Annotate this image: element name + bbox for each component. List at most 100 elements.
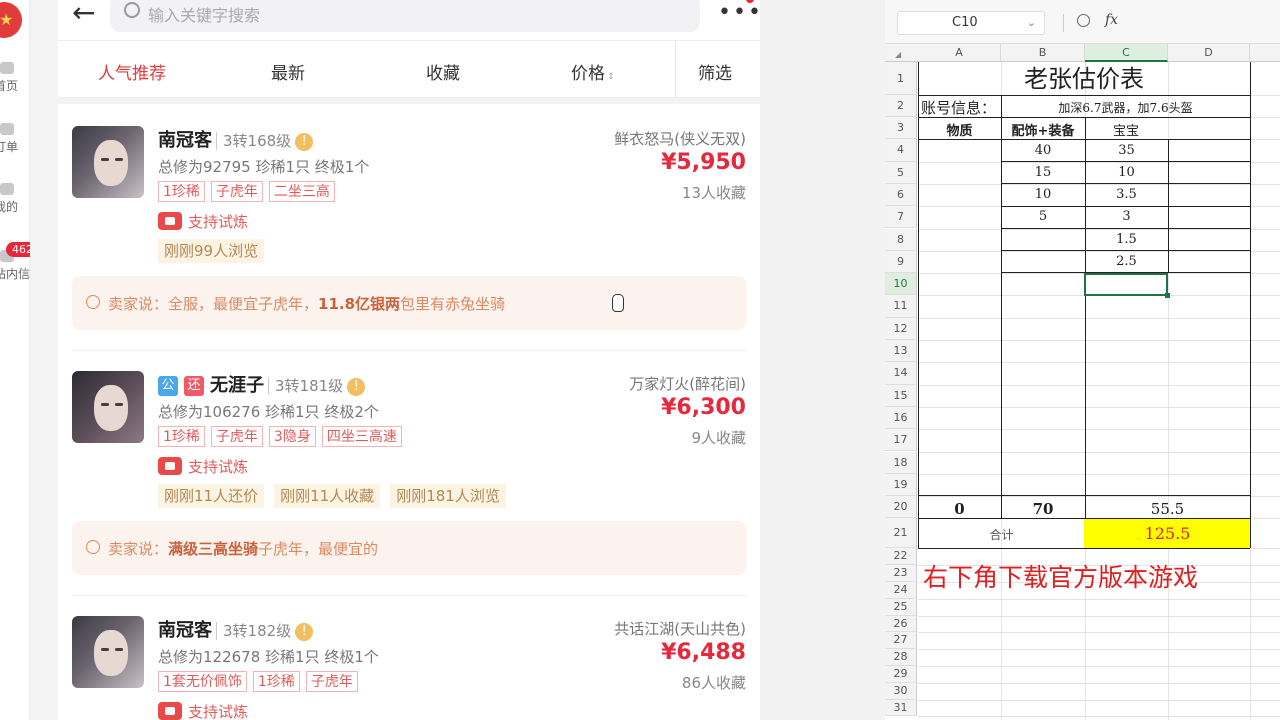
search-placeholder[interactable]: 输入关键字搜索 (148, 2, 260, 26)
app-logo[interactable]: ★ (0, 2, 22, 38)
trial-badge: 支持试炼 (158, 701, 248, 720)
row-header[interactable]: 24 (885, 582, 917, 599)
row-header[interactable]: 5 (885, 161, 917, 184)
row-header[interactable]: 7 (885, 206, 917, 229)
grid-line (918, 699, 1280, 701)
row-header[interactable]: 31 (885, 699, 917, 717)
sheet-title[interactable]: 老张估价表 (918, 64, 1250, 94)
grid-line (918, 340, 1280, 341)
nav-orders[interactable]: 订单 (0, 123, 30, 155)
info-icon[interactable]: ! (295, 133, 314, 151)
data-cell[interactable]: 10 (1085, 165, 1168, 180)
sum-label[interactable]: 合计 (918, 526, 1085, 543)
total-cell[interactable]: 70 (1001, 500, 1085, 518)
row-header[interactable]: 2 (885, 95, 917, 117)
row-header[interactable]: 27 (885, 632, 917, 650)
cell-border (918, 495, 1250, 496)
active-cell-c10[interactable] (1084, 273, 1170, 298)
account-info[interactable]: 加深6.7武器，加7.6头盔 (1001, 99, 1250, 116)
data-cell[interactable]: 3.5 (1085, 187, 1168, 202)
row-header[interactable]: 21 (885, 518, 917, 549)
activity-tags: 刚刚99人浏览 (158, 239, 274, 263)
row-header[interactable]: 13 (885, 340, 917, 363)
total-cell[interactable]: 0 (918, 500, 1001, 518)
data-cell[interactable]: 35 (1085, 143, 1168, 158)
tag: 二坐三高 (268, 181, 335, 202)
row-header[interactable]: 3 (885, 117, 917, 140)
favorite-count: 13人收藏 (681, 184, 746, 202)
row-header[interactable]: 9 (885, 250, 917, 274)
row-header[interactable]: 19 (885, 473, 917, 497)
data-cell[interactable]: 10 (1001, 187, 1085, 202)
info-icon[interactable]: ! (347, 378, 366, 396)
account-label[interactable]: 账号信息： (921, 97, 996, 118)
orders-icon (0, 123, 14, 135)
tab-filter[interactable]: 筛选 (698, 59, 732, 84)
tab-popular[interactable]: 人气推荐 (98, 59, 166, 84)
function-icon[interactable]: fx (1105, 12, 1118, 28)
data-cell[interactable]: 3 (1085, 209, 1168, 224)
mouse-cursor-icon (612, 294, 624, 312)
row-header[interactable]: 18 (885, 451, 917, 474)
info-icon[interactable]: ! (295, 623, 314, 641)
row-header[interactable]: 14 (885, 362, 917, 385)
row-header[interactable]: 12 (885, 317, 917, 340)
row-header[interactable]: 20 (885, 496, 917, 519)
chevron-down-icon[interactable]: ⌄ (1027, 12, 1036, 34)
row-header[interactable]: 1 (885, 62, 917, 95)
header-cell[interactable]: 物质 (918, 120, 1001, 139)
nav-home[interactable]: 首页 (0, 62, 30, 94)
back-arrow-icon[interactable]: ← (72, 0, 95, 29)
total-cell[interactable]: 55.5 (1085, 500, 1250, 518)
row-header[interactable]: 25 (885, 598, 917, 616)
column-header[interactable]: A (918, 44, 1001, 62)
row-header[interactable]: 30 (885, 682, 917, 700)
character-avatar[interactable] (72, 616, 144, 688)
tab-latest[interactable]: 最新 (271, 59, 305, 84)
character-level: 3转181级 (268, 377, 344, 395)
row-header[interactable]: 28 (885, 649, 917, 666)
grid-line (918, 496, 1280, 498)
tab-favorites[interactable]: 收藏 (426, 59, 460, 84)
search-box[interactable]: 输入关键字搜索 (110, 0, 700, 32)
star-icon: ★ (0, 10, 14, 29)
select-all-corner[interactable]: ◢ (895, 50, 901, 59)
data-cell[interactable]: 15 (1001, 165, 1085, 180)
row-header[interactable]: 16 (885, 406, 917, 430)
row-header[interactable]: 15 (885, 384, 917, 407)
character-avatar[interactable] (72, 371, 144, 443)
row-header[interactable]: 8 (885, 228, 917, 251)
tag-list: 1珍稀 子虎年 3隐身 四坐三高速 (158, 426, 408, 447)
row-header[interactable]: 6 (885, 183, 917, 207)
row-header[interactable]: 17 (885, 429, 917, 452)
row-header[interactable]: 4 (885, 139, 917, 162)
row-header[interactable]: 10 (885, 273, 917, 296)
data-cell[interactable]: 5 (1001, 209, 1085, 224)
server-name: 鲜衣怒马(侠义无双) (614, 130, 746, 148)
row-header[interactable]: 11 (885, 295, 917, 318)
more-options-icon[interactable]: ••• (718, 0, 763, 25)
column-header[interactable]: D (1168, 44, 1250, 62)
column-header-selected[interactable]: C (1085, 44, 1168, 62)
section-separator (58, 98, 760, 104)
row-header[interactable]: 23 (885, 565, 917, 582)
row-header[interactable]: 29 (885, 666, 917, 683)
row-header[interactable]: 26 (885, 615, 917, 633)
character-avatar[interactable] (72, 126, 144, 198)
sum-value[interactable]: 125.5 (1085, 524, 1250, 543)
column-header[interactable]: B (1001, 44, 1085, 62)
row-header[interactable]: 22 (885, 548, 917, 566)
trial-label: 支持试炼 (188, 458, 249, 476)
nav-me[interactable]: 我的 (0, 183, 30, 215)
name-box[interactable]: C10 ⌄ (897, 11, 1045, 35)
data-cell[interactable]: 40 (1001, 143, 1085, 158)
data-cell[interactable]: 2.5 (1085, 254, 1168, 269)
header-cell[interactable]: 宝宝 (1085, 120, 1167, 139)
tab-price[interactable]: 价格 ⇕ (571, 59, 615, 84)
grid-line (918, 451, 1280, 453)
price: ¥6,488 (661, 640, 746, 665)
data-cell[interactable]: 1.5 (1085, 232, 1168, 247)
cell-border (918, 139, 1250, 140)
header-cell[interactable]: 配饰+装备 (1001, 120, 1085, 139)
zoom-icon[interactable] (1077, 14, 1090, 27)
